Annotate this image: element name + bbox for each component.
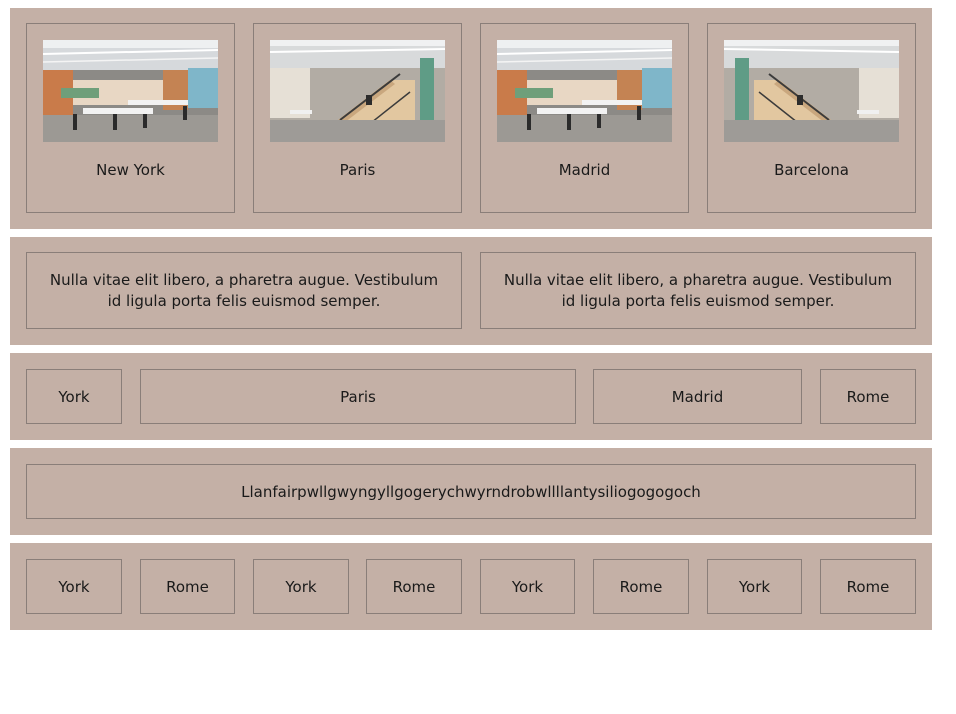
long-word-row: Llanfairpwllgwyngyllgogerychwyrndrobwlll… [10,448,932,535]
cell-label: Rome [846,387,890,406]
location-card-barcelona[interactable]: Barcelona [707,23,916,213]
city-row-mixed: York Paris Madrid Rome [10,353,932,440]
city-cell-york[interactable]: York [253,559,349,614]
cell-label: Rome [846,577,890,596]
cell-label: Rome [392,577,436,596]
photo-card-row: New York Paris Madrid Barcelona [10,8,932,229]
cell-label: York [58,387,90,406]
office-stairs-photo [724,40,899,142]
cell-label: Rome [619,577,663,596]
cell-label: York [285,577,317,596]
city-cell-rome[interactable]: Rome [820,369,916,424]
city-cell-rome[interactable]: Rome [820,559,916,614]
city-cell-rome[interactable]: Rome [366,559,462,614]
paragraph-text: Nulla vitae elit libero, a pharetra augu… [49,270,439,310]
card-label: New York [96,161,165,179]
paragraph-text: Nulla vitae elit libero, a pharetra augu… [503,270,893,310]
cell-label: York [511,577,544,596]
location-card-paris[interactable]: Paris [253,23,462,213]
text-box-right: Nulla vitae elit libero, a pharetra augu… [480,252,916,329]
card-label: Madrid [558,161,611,179]
office-stairs-photo [270,40,445,142]
long-word-cell: Llanfairpwllgwyngyllgogerychwyrndrobwlll… [26,464,916,519]
city-cell-york[interactable]: York [480,559,575,614]
office-dining-photo [497,40,672,142]
city-cell-paris[interactable]: Paris [140,369,576,424]
cell-label: Madrid [671,387,724,406]
city-cell-rome[interactable]: Rome [140,559,235,614]
cell-label: York [738,577,771,596]
text-box-left: Nulla vitae elit libero, a pharetra augu… [26,252,462,329]
cell-label: Rome [166,577,209,596]
city-cell-york[interactable]: York [26,369,122,424]
city-row-grid: York Rome York Rome York Rome York Rome [10,543,932,630]
city-cell-rome[interactable]: Rome [593,559,689,614]
card-label: Barcelona [774,161,849,179]
cell-label: Paris [340,387,376,406]
text-box-row: Nulla vitae elit libero, a pharetra augu… [10,237,932,345]
location-card-madrid[interactable]: Madrid [480,23,689,213]
long-word-text: Llanfairpwllgwyngyllgogerychwyrndrobwlll… [241,482,701,501]
city-cell-york[interactable]: York [707,559,802,614]
office-dining-photo [43,40,218,142]
city-cell-york[interactable]: York [26,559,122,614]
city-cell-madrid[interactable]: Madrid [593,369,802,424]
location-card-new-york[interactable]: New York [26,23,235,213]
card-label: Paris [339,161,376,179]
cell-label: York [58,577,90,596]
